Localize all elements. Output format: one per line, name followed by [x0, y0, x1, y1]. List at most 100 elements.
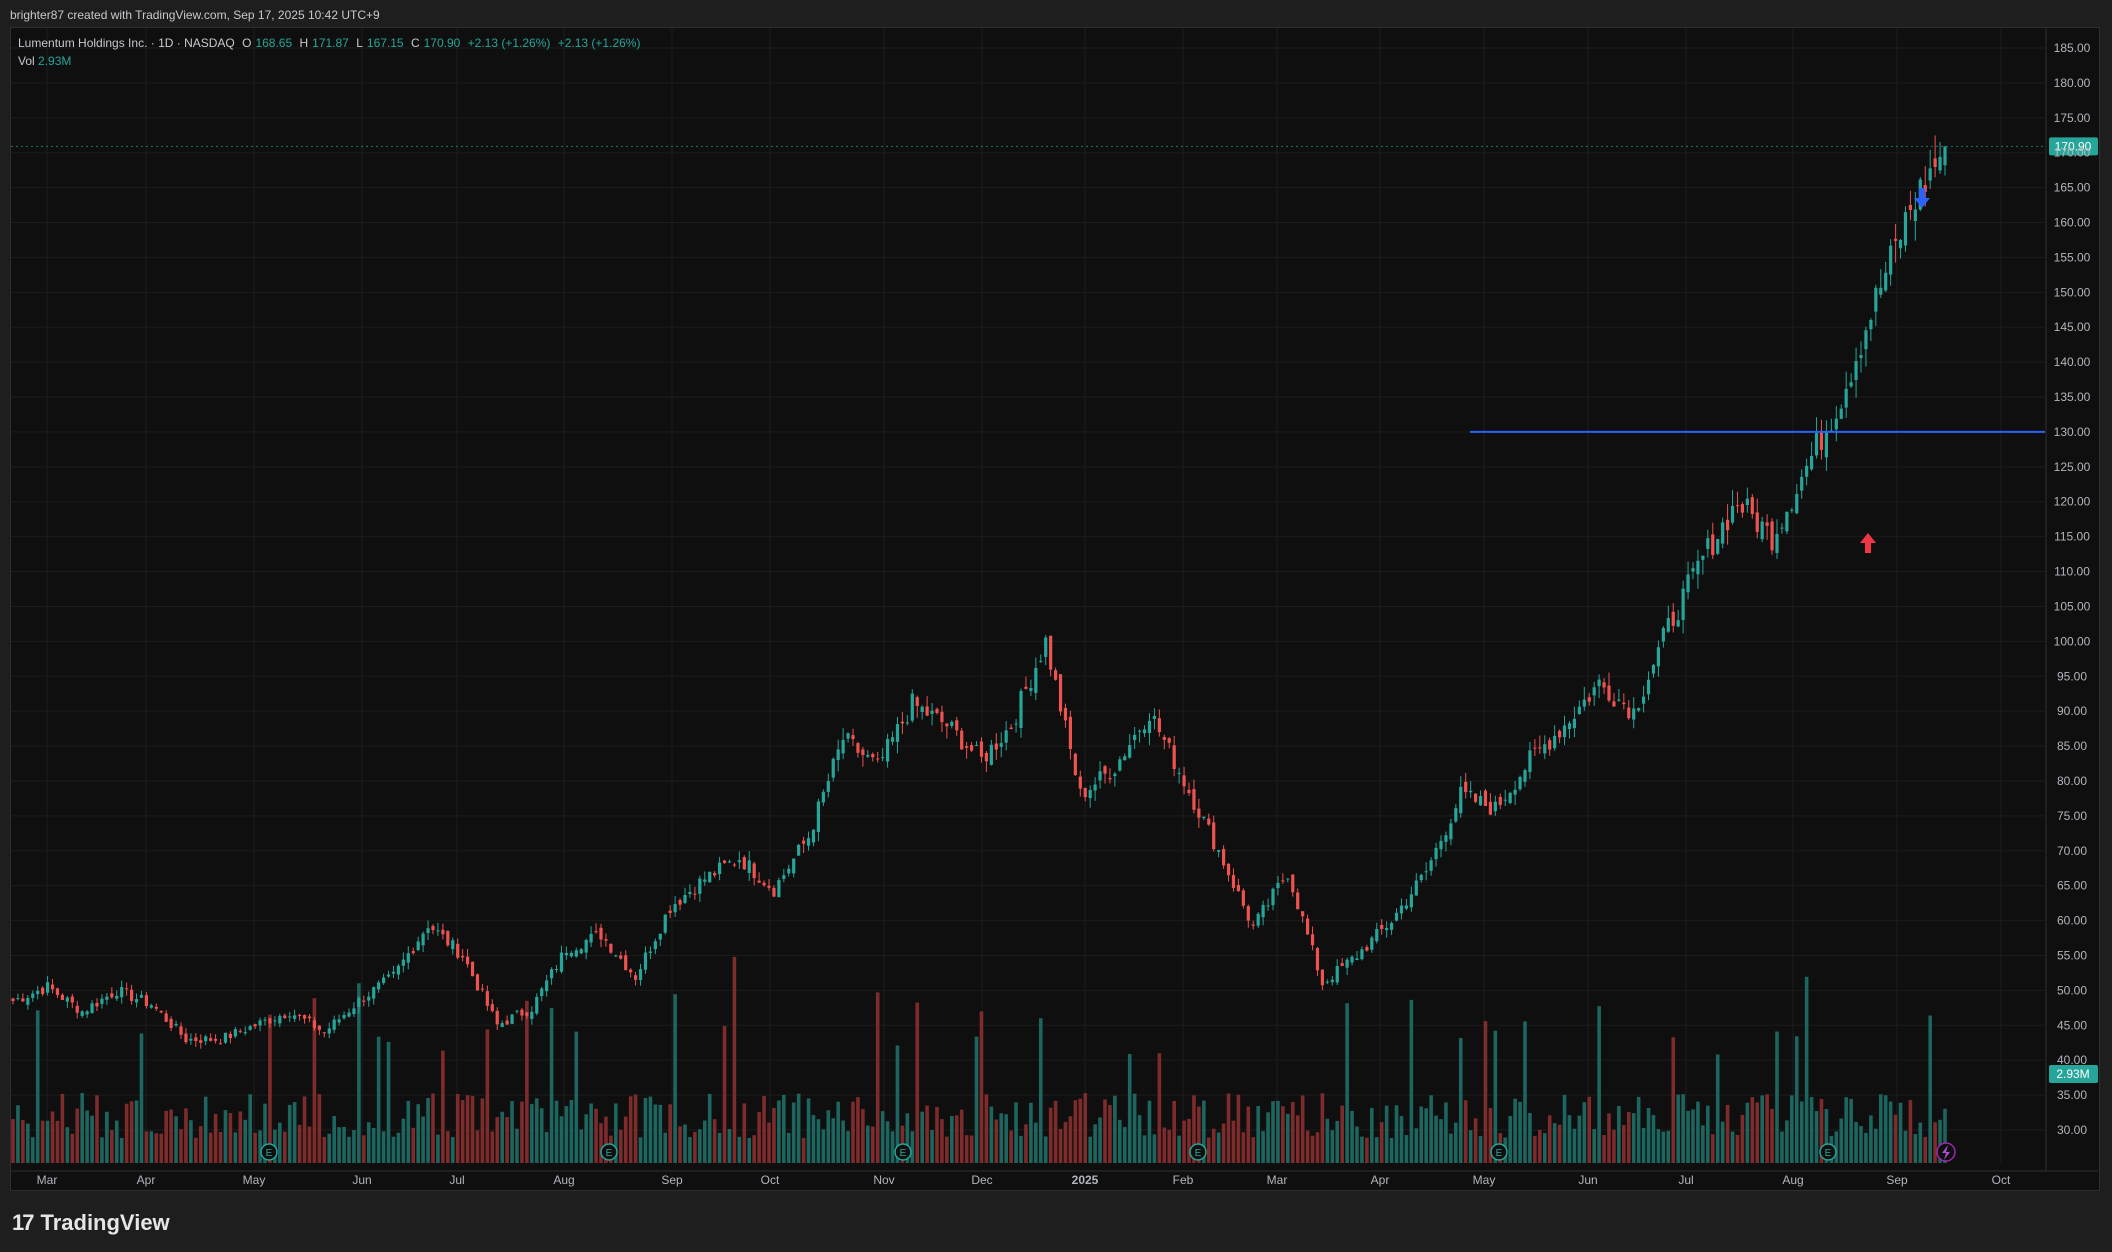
candle-body: [890, 737, 895, 742]
sell-arrow-icon: [1914, 188, 1930, 208]
volume-bar: [416, 1104, 420, 1163]
candle-body: [223, 1032, 228, 1043]
volume-bar: [164, 1110, 168, 1163]
volume-bar: [1063, 1121, 1068, 1163]
candle-body: [984, 752, 989, 762]
volume-bar: [1567, 1115, 1572, 1163]
candle-body: [1824, 431, 1829, 458]
volume-bar: [1730, 1131, 1735, 1163]
candle-body: [1212, 822, 1216, 850]
candle-body: [683, 894, 687, 903]
candle-body: [100, 998, 104, 1004]
candle-body: [1849, 382, 1853, 387]
candle-body: [1637, 708, 1641, 711]
candle-body: [1414, 880, 1418, 896]
candle-body: [441, 929, 445, 935]
volume-bar: [292, 1102, 297, 1163]
volume-bar: [1597, 1006, 1601, 1163]
candle-body: [895, 724, 900, 742]
earnings-icon-letter: E: [1825, 1148, 1832, 1159]
y-axis: 185.00 180.00 175.00 170.00 165.00 160.00 155.…: [2045, 28, 2091, 1171]
y-tick-label: 120.00: [2054, 495, 2091, 509]
candle-body: [1340, 963, 1344, 966]
volume-bar: [80, 1093, 84, 1163]
candle-body: [663, 914, 667, 933]
candle-body: [1721, 522, 1725, 544]
candle-body: [742, 857, 746, 870]
candle-body: [1335, 966, 1339, 983]
volume-bar: [386, 1041, 391, 1163]
x-tick-label: Feb: [1173, 1173, 1194, 1187]
volume-bar: [327, 1133, 332, 1163]
volume-bar: [396, 1132, 401, 1163]
candle-body: [1884, 272, 1888, 291]
candle-body: [1780, 527, 1784, 529]
candle-body: [910, 693, 914, 721]
volume-bar: [1518, 1101, 1522, 1163]
tradingview-brand[interactable]: 17 TradingView: [12, 1210, 170, 1236]
candle-body: [1434, 847, 1438, 860]
candle-body: [801, 840, 806, 844]
volume-bar: [1651, 1115, 1656, 1163]
candle-body: [1063, 707, 1068, 721]
candle-body: [574, 950, 578, 957]
candle-body: [732, 864, 737, 866]
volume-bar: [1137, 1115, 1142, 1163]
volume-bar: [1780, 1131, 1784, 1163]
volume-bar: [1290, 1101, 1295, 1163]
volume-bar: [1172, 1101, 1176, 1163]
candle-body: [490, 1004, 494, 1012]
volume-bar: [1888, 1101, 1893, 1163]
volume-bar: [1305, 1130, 1310, 1163]
y-tick-label: 45.00: [2057, 1018, 2087, 1032]
candle-body: [1597, 679, 1601, 687]
candle-body: [1691, 568, 1695, 572]
volume-bar: [149, 1131, 154, 1163]
volume-bar: [574, 1031, 579, 1163]
volume-bar: [1078, 1098, 1083, 1163]
volume-bar: [490, 1131, 495, 1163]
volume-bar: [1043, 1136, 1048, 1163]
candle-body: [293, 1015, 297, 1019]
candle-body: [377, 982, 381, 990]
y-tick-label: 135.00: [2054, 390, 2091, 404]
candle-body: [1029, 688, 1033, 691]
candle-body: [1350, 956, 1354, 963]
volume-bar: [50, 1111, 55, 1163]
candle-body: [164, 1013, 168, 1022]
volume-bar: [1093, 1124, 1097, 1163]
candle-body: [144, 995, 149, 1007]
volume-bar: [1562, 1094, 1567, 1163]
candle-body: [1898, 240, 1903, 249]
price-chart[interactable]: 170.90 2.93M E E E E E E 185.00 180.00 175.00 170.…: [0, 0, 2112, 1252]
volume-bar: [1414, 1128, 1419, 1163]
x-tick-label: Oct: [1992, 1173, 2011, 1187]
candle-body: [1632, 708, 1636, 720]
volume-bar: [1750, 1097, 1755, 1163]
candle-body: [258, 1020, 262, 1026]
volume-bar: [1177, 1135, 1181, 1163]
candle-body: [782, 875, 786, 879]
volume-bar: [1281, 1106, 1285, 1163]
volume-bar: [1340, 1105, 1344, 1163]
candle-body: [989, 744, 993, 765]
candle-body: [1730, 505, 1735, 523]
candle-body: [322, 1032, 326, 1034]
volume-bar: [465, 1095, 470, 1163]
volume-bar: [1068, 1116, 1073, 1163]
candle-body: [1261, 904, 1265, 918]
candle-body: [65, 997, 69, 1002]
candle-body: [1251, 924, 1255, 926]
volume-bar: [1676, 1094, 1680, 1163]
volume-bar: [287, 1104, 292, 1163]
volume-bar: [1661, 1131, 1666, 1163]
candle-body: [253, 1024, 257, 1027]
volume-bar: [1493, 1030, 1498, 1163]
volume-bar: [1701, 1125, 1705, 1163]
candle-body: [520, 1009, 524, 1016]
candle-body: [485, 991, 489, 1006]
volume-bar: [1182, 1120, 1186, 1163]
candle-body: [416, 941, 420, 951]
y-tick-label: 40.00: [2057, 1053, 2087, 1067]
x-tick-label: Apr: [1371, 1173, 1390, 1187]
